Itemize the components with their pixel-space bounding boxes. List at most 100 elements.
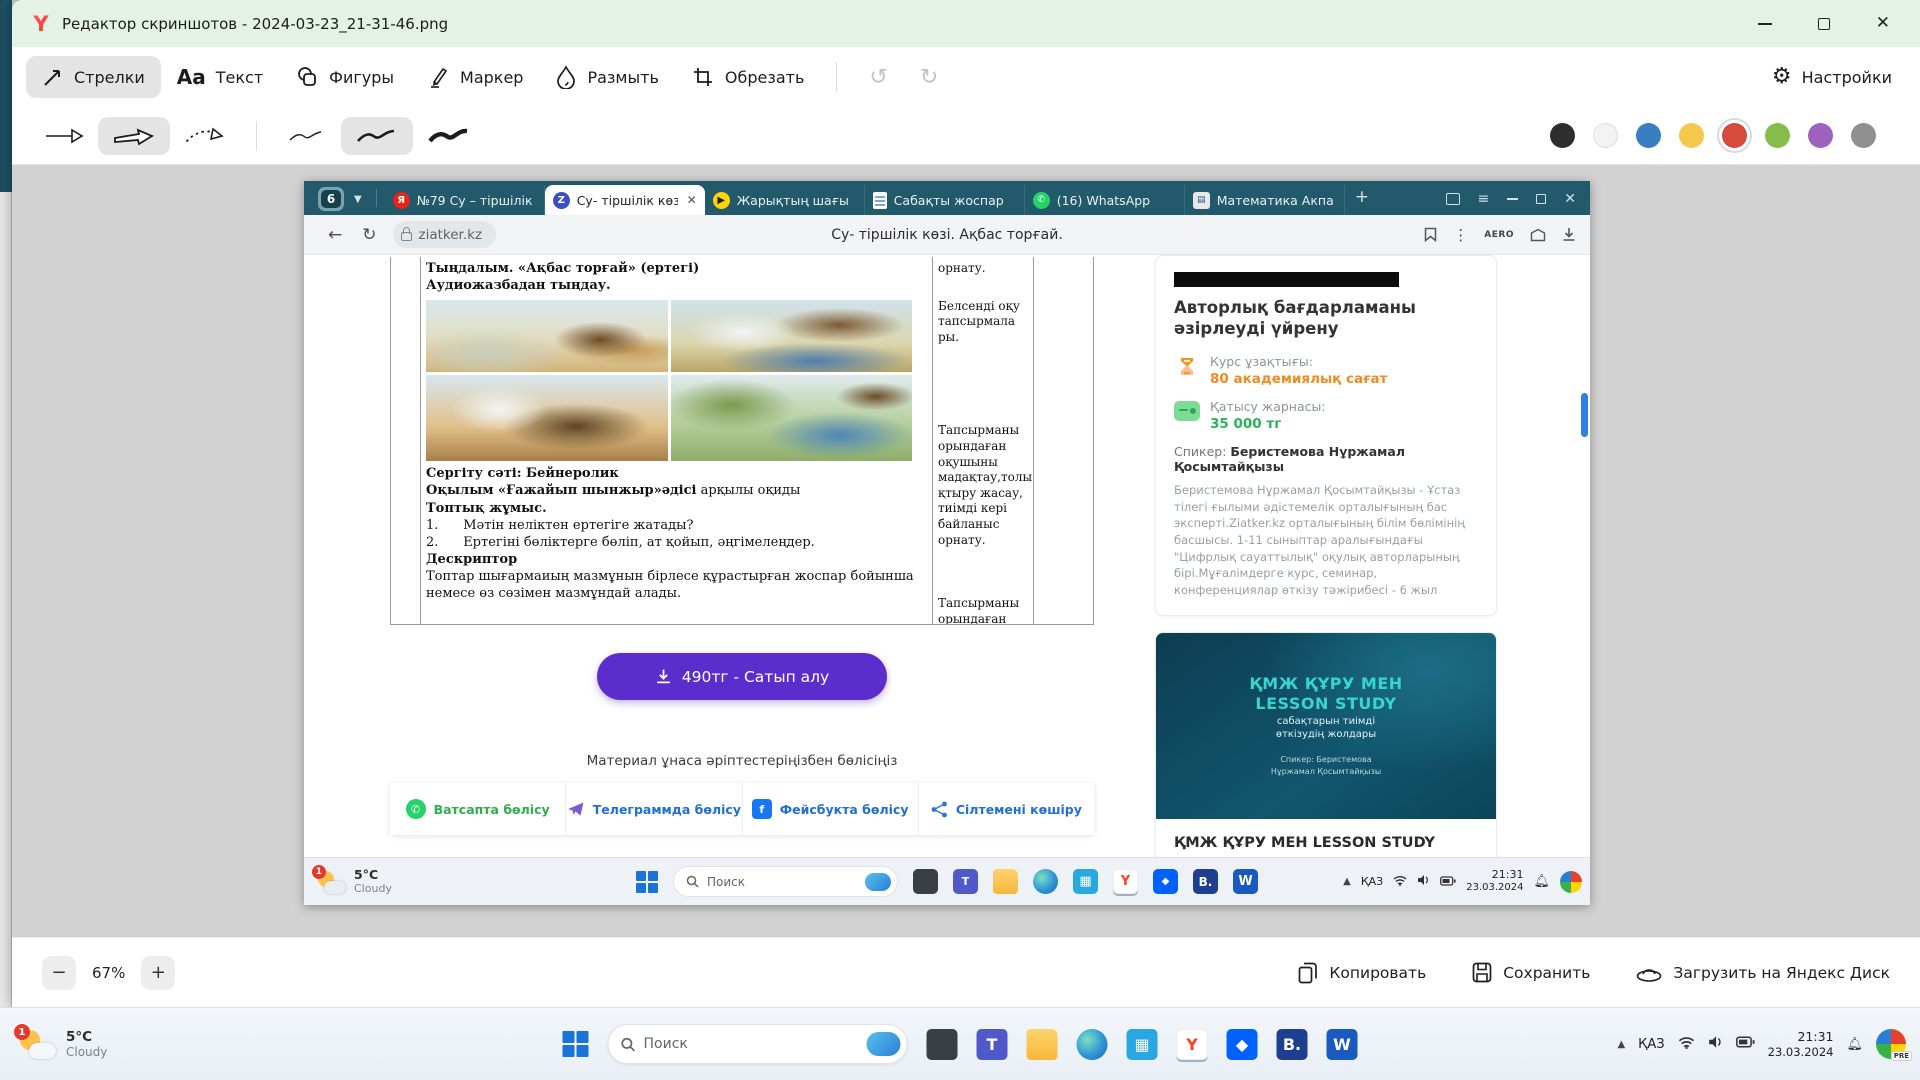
- tool-arrows[interactable]: Стрелки: [26, 56, 161, 98]
- download-icon[interactable]: [1562, 227, 1576, 242]
- address-field[interactable]: ziatker.kz: [393, 221, 497, 248]
- course-card-2[interactable]: ҚМЖ ҚҰРУ МЕН LESSON STUDY сабақтарын тиі…: [1155, 632, 1497, 857]
- share-telegram-button[interactable]: Телеграммда бөлісу: [565, 783, 741, 835]
- editor-canvas[interactable]: 6 ▼ Я №79 Су – тіршілік Z Су- тіршілік к…: [12, 165, 1920, 937]
- aero-badge[interactable]: AERO: [1484, 230, 1514, 240]
- b-app-icon[interactable]: В.: [1277, 1029, 1308, 1060]
- taskbar-search[interactable]: Поиск: [673, 866, 898, 897]
- tool-crop[interactable]: Обрезать: [675, 55, 821, 99]
- tool-shapes[interactable]: Фигуры: [279, 55, 410, 99]
- browser-tab-2-active[interactable]: Z Су- тіршілік көз ✕: [545, 185, 705, 215]
- arrow-style-bold[interactable]: [98, 117, 170, 155]
- store-icon[interactable]: ▦: [1127, 1029, 1158, 1060]
- color-red-selected[interactable]: [1722, 123, 1747, 148]
- color-black[interactable]: [1550, 123, 1575, 148]
- extensions-icon[interactable]: [1530, 228, 1546, 242]
- upload-yandex-disk-button[interactable]: Загрузить на Яндекс Диск: [1636, 963, 1890, 983]
- color-yellow[interactable]: [1679, 123, 1704, 148]
- minimize-button[interactable]: [1758, 23, 1772, 25]
- browser-close-icon[interactable]: ✕: [1564, 191, 1576, 207]
- browser-beta-icon[interactable]: PRE: [1876, 1029, 1906, 1059]
- edge-icon[interactable]: [1033, 869, 1058, 894]
- b-app-icon[interactable]: В.: [1193, 869, 1218, 894]
- color-purple[interactable]: [1808, 123, 1833, 148]
- teams-icon[interactable]: T: [953, 869, 978, 894]
- tray-chevron-icon[interactable]: ▲: [1617, 1039, 1625, 1050]
- yandex-browser-icon[interactable]: Y: [1177, 1029, 1208, 1060]
- browser-menu-icon[interactable]: ≡: [1478, 191, 1490, 207]
- weather-widget[interactable]: 1 5°C Cloudy: [316, 858, 392, 905]
- tool-text[interactable]: Aa Текст: [161, 55, 279, 99]
- arrow-style-dotted[interactable]: [170, 117, 240, 155]
- dropbox-icon[interactable]: ◆: [1227, 1029, 1258, 1060]
- zoom-in-button[interactable]: +: [141, 956, 175, 990]
- page-scrollbar-thumb[interactable]: [1581, 393, 1588, 437]
- battery-icon[interactable]: [1736, 1036, 1755, 1052]
- bookmark-icon[interactable]: [1424, 227, 1437, 242]
- browser-beta-icon[interactable]: [1560, 871, 1582, 893]
- volume-icon[interactable]: [1708, 1035, 1723, 1053]
- browser-tab-1[interactable]: Я №79 Су – тіршілік: [385, 185, 545, 215]
- tool-marker[interactable]: Маркер: [410, 55, 539, 99]
- yandex-browser-icon[interactable]: Y: [1113, 869, 1138, 894]
- explorer-icon[interactable]: [993, 869, 1018, 894]
- weather-widget[interactable]: 1 5°C Cloudy: [18, 1008, 107, 1080]
- wifi-icon[interactable]: [1678, 1036, 1695, 1053]
- language-indicator[interactable]: ҚАЗ: [1638, 1037, 1664, 1052]
- dropbox-icon[interactable]: ◆: [1153, 869, 1178, 894]
- arrow-style-thin[interactable]: [30, 118, 98, 154]
- new-tab-button[interactable]: +: [1355, 187, 1369, 207]
- more-options-icon[interactable]: ⋮: [1453, 226, 1468, 244]
- notifications-icon[interactable]: 🔔︎: [1846, 1037, 1863, 1052]
- edge-icon[interactable]: [1077, 1029, 1108, 1060]
- marker-style-thin[interactable]: [273, 118, 341, 154]
- tab-list-chevron-icon[interactable]: ▼: [348, 194, 368, 205]
- browser-minimize-icon[interactable]: [1507, 198, 1518, 200]
- share-facebook-button[interactable]: f Фейсбукта бөлісу: [742, 783, 918, 835]
- color-green[interactable]: [1765, 123, 1790, 148]
- clock[interactable]: 21:31 23.03.2024: [1466, 868, 1523, 894]
- explorer-icon[interactable]: [1027, 1029, 1058, 1060]
- close-button[interactable]: ✕: [1876, 15, 1890, 32]
- share-whatsapp-button[interactable]: ✆ Ватсапта бөлісу: [390, 783, 565, 835]
- wifi-icon[interactable]: [1393, 875, 1407, 889]
- notifications-icon[interactable]: 🔔︎: [1533, 874, 1550, 889]
- clock[interactable]: 21:31 23.03.2024: [1768, 1029, 1834, 1059]
- color-gray[interactable]: [1851, 123, 1876, 148]
- browser-tab-5[interactable]: ✆ (16) WhatsApp: [1025, 185, 1185, 215]
- save-button[interactable]: Сохранить: [1472, 962, 1590, 983]
- desktop-app-icon[interactable]: [913, 869, 938, 894]
- tab-counter[interactable]: 6: [318, 187, 344, 211]
- teams-icon[interactable]: T: [977, 1029, 1008, 1060]
- redo-button[interactable]: ↻: [904, 65, 954, 90]
- start-button[interactable]: [563, 1031, 589, 1057]
- tab-close-icon[interactable]: ✕: [687, 193, 697, 207]
- maximize-button[interactable]: [1818, 18, 1830, 30]
- start-button[interactable]: [636, 871, 658, 893]
- tool-blur[interactable]: Размыть: [539, 55, 674, 99]
- settings-button[interactable]: Настройки: [1802, 68, 1892, 87]
- undo-button[interactable]: ↺: [853, 65, 903, 90]
- tray-chevron-icon[interactable]: ▲: [1343, 876, 1351, 887]
- reload-icon[interactable]: ↻: [352, 225, 386, 245]
- course-card-1[interactable]: Авторлық бағдарламаны әзірлеуді үйрену К…: [1155, 255, 1497, 616]
- back-icon[interactable]: ←: [318, 225, 352, 245]
- color-blue[interactable]: [1636, 123, 1661, 148]
- copy-link-button[interactable]: Сілтемені көшіру: [918, 783, 1094, 835]
- zoom-out-button[interactable]: −: [42, 956, 76, 990]
- browser-tab-6[interactable]: ▤ Математика Акпа: [1185, 185, 1345, 215]
- volume-icon[interactable]: [1417, 874, 1430, 889]
- browser-tab-4[interactable]: Сабақты жоспар: [865, 185, 1025, 215]
- battery-icon[interactable]: [1440, 875, 1456, 889]
- color-white[interactable]: [1593, 123, 1618, 148]
- marker-style-medium[interactable]: [341, 117, 413, 155]
- store-icon[interactable]: ▦: [1073, 869, 1098, 894]
- copy-button[interactable]: Копировать: [1298, 962, 1426, 984]
- buy-button[interactable]: 490тг - Сатып алу: [597, 653, 887, 700]
- word-icon[interactable]: W: [1233, 869, 1258, 894]
- taskbar-search[interactable]: Поиск: [608, 1024, 908, 1064]
- desktop-app-icon[interactable]: [927, 1029, 958, 1060]
- side-panel-icon[interactable]: [1446, 193, 1460, 205]
- language-indicator[interactable]: ҚАЗ: [1361, 875, 1383, 888]
- word-icon[interactable]: W: [1327, 1029, 1358, 1060]
